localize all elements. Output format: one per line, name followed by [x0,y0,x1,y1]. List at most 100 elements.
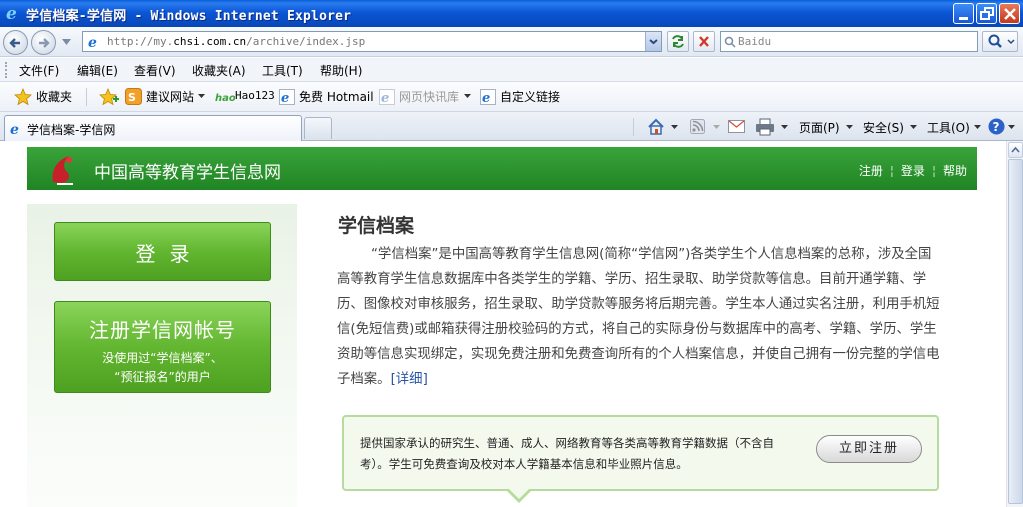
svg-text:hao: hao [215,93,235,104]
svg-text:e: e [281,91,289,105]
details-link[interactable]: [详细] [391,372,428,387]
ie-page-icon: e [279,89,295,105]
window-title: 学信档案-学信网 - Windows Internet Explorer [26,9,352,24]
chevron-down-icon[interactable] [781,125,788,130]
web-slice-gallery-link[interactable]: 网页快讯库 [399,88,459,105]
header-login-link[interactable]: 登录 [901,164,925,178]
svg-text:e: e [6,4,17,22]
search-button[interactable] [982,31,1018,52]
menu-favorites[interactable]: 收藏夹(A) [192,62,246,79]
register-button-label: 注册学信网帐号 [89,318,236,342]
menu-bar: 文件(F) 编辑(E) 查看(V) 收藏夹(A) 工具(T) 帮助(H) [0,58,1023,82]
address-toolbar: e http://my.chsi.com.cn/archive/index.js… [0,27,1023,57]
tab-active[interactable]: e 学信档案-学信网 [4,115,302,141]
chevron-down-icon[interactable] [1008,125,1015,130]
chevron-down-icon[interactable] [198,94,205,99]
rss-feeds-icon[interactable] [690,119,705,134]
suggested-sites-link[interactable]: 建议网站 [146,88,194,105]
login-button-label: 登录 [135,242,204,266]
svg-text:e: e [482,91,490,105]
stop-button[interactable] [693,31,715,52]
scroll-up-button[interactable] [1008,142,1023,158]
ie-page-icon: e [480,89,496,105]
toolbar-grip [5,62,8,78]
svg-text:e: e [88,35,97,50]
menu-view[interactable]: 查看(V) [134,62,176,79]
search-placeholder: Baidu [738,35,772,48]
svg-text:?: ? [993,120,1000,134]
header-register-link[interactable]: 注册 [859,164,883,178]
info-box-text: 提供国家承认的研究生、普通、成人、网络教育等各类高等教育学籍数据（不含自考）。学… [360,436,774,471]
url-history-dropdown[interactable] [645,32,661,51]
register-account-button[interactable]: 注册学信网帐号 没使用过“学信档案”、 “预征报名”的用户 [54,301,271,393]
page-favicon-icon: e [86,34,102,50]
refresh-button[interactable] [667,31,689,52]
print-icon[interactable] [755,118,775,136]
svg-text:e: e [10,122,19,137]
custom-links-link[interactable]: 自定义链接 [500,88,560,105]
hao123-link[interactable]: Hao123 [235,89,275,102]
tab-bar: e 学信档案-学信网 页面(P) 安全(S) 工具(O) ? [0,112,1023,141]
search-provider-icon [724,36,736,48]
window-titlebar: e 学信档案-学信网 - Windows Internet Explorer [0,0,1023,27]
chevron-down-icon[interactable] [713,125,720,130]
ie-logo-icon: e [6,4,17,22]
toolbar-separator [633,118,634,136]
svg-text:e: e [381,91,389,105]
vertical-scrollbar[interactable] [1006,141,1023,507]
forward-arrow-icon [39,38,50,48]
menu-help[interactable]: 帮助(H) [320,62,362,79]
tools-menu[interactable]: 工具(O) [927,119,970,136]
read-mail-icon[interactable] [728,120,745,133]
minimize-button[interactable] [953,3,974,24]
link-separator: ¦ [889,164,894,178]
chevron-down-icon[interactable] [464,94,471,99]
chevron-down-icon[interactable] [671,125,678,130]
back-button[interactable] [3,30,28,55]
restore-icon [980,7,994,20]
recent-pages-dropdown-icon[interactable] [62,39,71,45]
address-bar[interactable]: e http://my.chsi.com.cn/archive/index.js… [82,31,662,52]
chevron-down-icon[interactable] [910,125,917,130]
header-help-link[interactable]: 帮助 [943,164,967,178]
url-text[interactable]: http://my.chsi.com.cn/archive/index.jsp [107,35,365,48]
menu-tools[interactable]: 工具(T) [262,62,303,79]
favorites-button[interactable]: 收藏夹 [36,88,72,105]
web-slice-icon: e [379,89,395,105]
info-box: 提供国家承认的研究生、普通、成人、网络教育等各类高等教育学籍数据（不含自考）。学… [342,415,939,491]
home-icon[interactable] [647,118,665,135]
minimize-icon [959,17,968,20]
forward-button[interactable] [31,30,56,55]
chevron-down-icon[interactable] [974,125,981,130]
chevron-down-icon[interactable] [846,125,853,130]
page-menu[interactable]: 页面(P) [799,119,840,136]
safety-menu[interactable]: 安全(S) [863,119,904,136]
search-icon [988,34,1015,48]
site-name[interactable]: 中国高等教育学生信息网 [94,158,281,183]
header-links: 注册 ¦ 登录 ¦ 帮助 [859,162,967,179]
chevron-up-icon [1011,146,1020,153]
scroll-thumb[interactable] [1008,159,1023,504]
site-logo-icon[interactable] [47,152,79,186]
add-favorite-icon[interactable] [99,88,119,106]
back-arrow-icon [9,38,20,48]
new-tab-button[interactable] [304,117,332,139]
menu-file[interactable]: 文件(F) [19,62,59,79]
help-icon[interactable]: ? [988,118,1005,135]
hotmail-link[interactable]: 免费 Hotmail [299,88,374,105]
favorites-bar: 收藏夹 S 建议网站 hao Hao123 e 免费 Hotmail e 网页快… [0,82,1023,112]
sidebar: 登录 注册学信网帐号 没使用过“学信档案”、 “预征报名”的用户 [27,204,297,507]
info-box-pointer-inner [508,488,530,499]
login-button[interactable]: 登录 [54,222,271,281]
register-now-button[interactable]: 立即注册 [816,435,922,463]
tab-title: 学信档案-学信网 [27,123,116,137]
menu-edit[interactable]: 编辑(E) [77,62,118,79]
page-viewport: 中国高等教育学生信息网 注册 ¦ 登录 ¦ 帮助 登录 注册学信网帐号 没使用过“学信档… [0,141,1006,507]
close-button[interactable] [999,3,1020,24]
search-input[interactable]: Baidu [720,31,978,52]
archive-description: “学信档案”是中国高等教育学生信息网(简称“学信网”)各类学生个人信息档案的总称… [337,242,941,392]
svg-text:S: S [128,91,136,104]
link-separator: ¦ [931,164,936,178]
hao123-icon: hao [215,93,235,104]
restore-button[interactable] [976,3,997,24]
